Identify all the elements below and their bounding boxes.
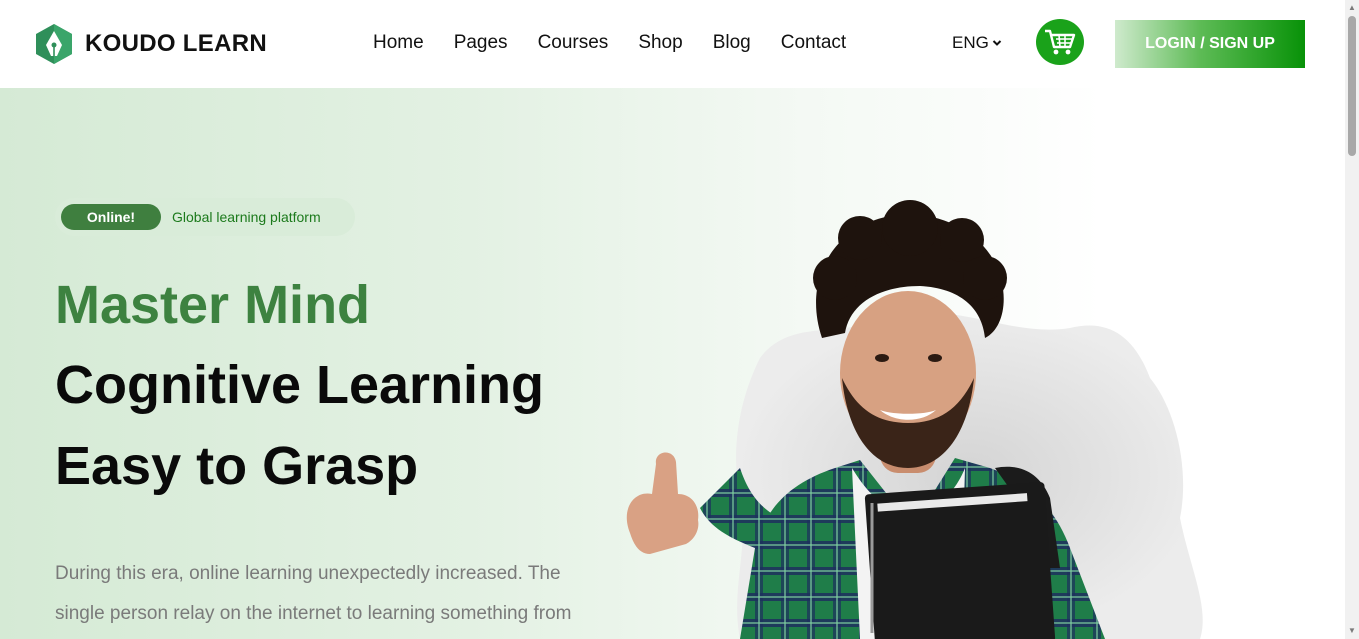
headline-line-3: Easy to Grasp bbox=[55, 436, 419, 496]
nav-item-blog[interactable]: Blog bbox=[713, 32, 751, 54]
scroll-up-icon[interactable]: ▲ bbox=[1348, 4, 1356, 12]
headline-green: Master Mind bbox=[55, 275, 371, 335]
scroll-down-icon[interactable]: ▼ bbox=[1348, 627, 1356, 635]
nav-item-contact[interactable]: Contact bbox=[781, 32, 846, 54]
hero-description: During this era, online learning unexpec… bbox=[55, 563, 572, 624]
nav-item-shop[interactable]: Shop bbox=[638, 32, 682, 54]
badge-text: Global learning platform bbox=[172, 209, 321, 225]
hero-section: Online! Global learning platform Master … bbox=[0, 88, 1345, 639]
headline-line-2: Cognitive Learning bbox=[55, 355, 545, 415]
student-illustration bbox=[626, 200, 1203, 639]
brand-name: KOUDO LEARN bbox=[85, 30, 267, 57]
login-signup-button[interactable]: LOGIN / SIGN UP bbox=[1115, 20, 1305, 68]
language-label: ENG bbox=[952, 33, 989, 52]
cart-button[interactable] bbox=[1036, 19, 1084, 65]
nav-item-pages[interactable]: Pages bbox=[454, 32, 508, 54]
thumbs-up-hand bbox=[626, 452, 699, 554]
online-pill: Online! bbox=[61, 204, 161, 230]
hero-badge: Online! Global learning platform bbox=[55, 198, 355, 236]
chevron-down-icon bbox=[992, 40, 1002, 46]
nav-item-home[interactable]: Home bbox=[373, 32, 424, 54]
brand-logo[interactable]: KOUDO LEARN bbox=[33, 23, 267, 65]
language-selector[interactable]: ENG bbox=[952, 33, 1002, 53]
scroll-thumb[interactable] bbox=[1348, 16, 1356, 156]
pen-nib-icon bbox=[36, 24, 72, 64]
main-nav: Home Pages Courses Shop Blog Contact bbox=[373, 32, 876, 54]
site-header: KOUDO LEARN Home Pages Courses Shop Blog… bbox=[0, 0, 1345, 88]
page-scrollbar[interactable]: ▲ ▼ bbox=[1345, 0, 1359, 639]
nav-item-courses[interactable]: Courses bbox=[538, 32, 609, 54]
shopping-cart-icon bbox=[1045, 29, 1076, 55]
